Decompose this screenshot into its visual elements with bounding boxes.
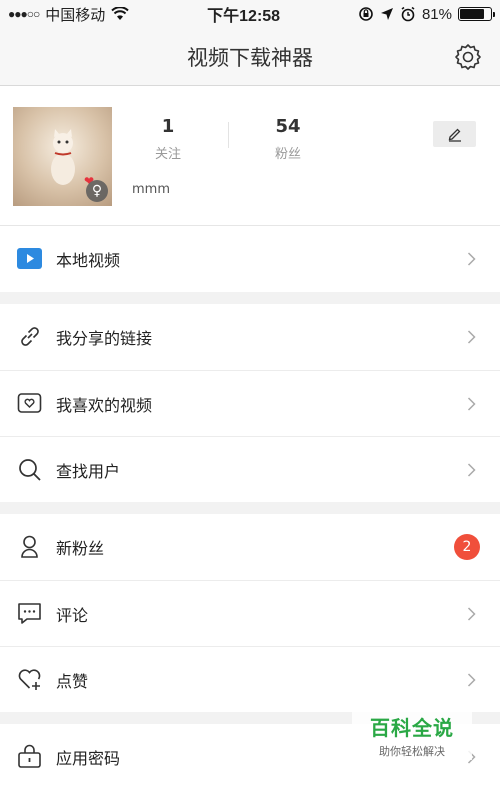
stat-divider [228,122,229,148]
chevron-right-icon [467,607,476,621]
menu-item-shared-links[interactable]: 我分享的链接 [0,304,500,370]
chevron-right-icon [467,463,476,477]
location-icon [380,8,393,20]
cat-photo [51,129,75,185]
user-icon [21,535,38,558]
play-icon [17,248,42,269]
chevron-right-icon [467,330,476,344]
nav-bar: 视频下载神器 [0,28,500,86]
lock-icon [18,744,41,768]
profile-card: ❤ ♀ 1 关注 54 粉丝 mmm [0,86,500,226]
battery-icon [457,7,495,21]
chevron-right-icon [467,673,476,687]
menu-item-likes[interactable]: 点赞 [0,646,500,712]
menu-label-app-password: 应用密码 [56,749,121,768]
wifi-icon [111,7,129,20]
menu-label-find-users: 查找用户 [56,461,121,481]
following-stat[interactable]: 1 关注 [133,116,203,162]
username: mmm [132,182,170,197]
pencil-icon [448,128,461,142]
fans-stat[interactable]: 54 粉丝 [253,116,323,162]
menu-label-local-video: 本地视频 [56,251,121,270]
rotation-lock-icon [359,7,373,21]
menu-label-liked-videos: 我喜欢的视频 [56,395,153,415]
menu-label-shared-links: 我分享的链接 [56,329,153,348]
chevron-right-icon [467,397,476,411]
menu-label-comments: 评论 [56,605,89,625]
carrier-label: 中国移动 [45,6,106,24]
page-title: 视频下载神器 [187,45,313,70]
menu-label-likes: 点赞 [56,671,89,691]
menu-item-liked-videos[interactable]: 我喜欢的视频 [0,370,500,436]
gear-icon[interactable] [454,43,482,71]
watermark: 百科全说 助你轻松解决 [352,712,472,760]
following-count: 1 [161,116,175,137]
menu-item-comments[interactable]: 评论 [0,580,500,646]
fans-count: 54 [275,116,301,137]
section-gap [0,292,500,304]
following-label: 关注 [154,147,181,162]
link-icon [21,327,39,346]
notification-badge: 2 [454,534,480,560]
status-bar: ●●●○○ 中国移动 下午12:58 81% [0,0,500,28]
search-icon [19,459,41,481]
battery-percent: 81% [421,5,452,23]
comment-icon [18,603,41,624]
fans-label: 粉丝 [274,147,301,162]
menu-item-new-fans[interactable]: 新粉丝 2 [0,514,500,580]
edit-profile-button[interactable] [433,121,476,147]
chevron-right-icon [467,252,476,266]
avatar[interactable]: ❤ ♀ [13,107,112,206]
watermark-title: 百科全说 [370,716,454,740]
menu-item-local-video[interactable]: 本地视频 [0,226,500,292]
heart-plus-icon [18,669,41,690]
clock: 下午12:58 [207,8,281,25]
alarm-icon [401,6,415,22]
menu-item-find-users[interactable]: 查找用户 [0,436,500,502]
female-icon: ♀ [86,180,108,202]
signal-icon: ●●●○○ [8,7,40,21]
menu-label-new-fans: 新粉丝 [56,539,105,558]
watermark-subtitle: 助你轻松解决 [379,745,445,758]
heart-box-icon [17,393,42,413]
section-gap [0,502,500,514]
